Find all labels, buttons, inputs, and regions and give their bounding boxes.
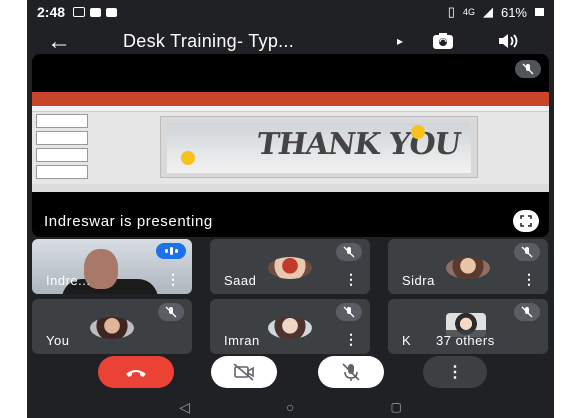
avatar — [268, 317, 312, 339]
participant-name: Sidra — [402, 273, 435, 288]
more-vert-icon[interactable]: ⋮ — [166, 271, 180, 288]
mic-off-icon — [515, 60, 541, 78]
more-options-button[interactable]: ⋮ — [423, 356, 487, 388]
battery-label: 61% — [500, 4, 527, 20]
slide-art: THANK YOU — [167, 123, 471, 173]
mic-off-icon — [342, 363, 360, 381]
presenter-label: Indreswar is presenting — [44, 213, 213, 230]
switch-camera-icon[interactable] — [432, 32, 454, 55]
nav-home-icon[interactable]: ○ — [286, 399, 294, 415]
mic-off-icon — [158, 303, 184, 321]
mic-toggle-button[interactable] — [318, 356, 384, 388]
participant-name: K — [402, 333, 412, 348]
mic-off-icon — [514, 243, 540, 261]
more-vert-icon[interactable]: ⋮ — [344, 271, 358, 288]
status-time: 2:48 — [37, 4, 66, 20]
avatar — [268, 257, 312, 279]
meet-screen: 2:48 ▯ 4G ◢ 61% ← Desk Training- Typ... … — [27, 0, 554, 418]
mic-off-icon — [336, 303, 362, 321]
avatar — [446, 257, 490, 279]
more-vert-icon[interactable]: ⋮ — [522, 271, 536, 288]
end-call-icon — [126, 370, 146, 377]
ppt-ribbon — [32, 92, 549, 106]
speaking-indicator-icon — [156, 243, 186, 259]
battery-icon — [535, 8, 544, 16]
ppt-toolbar — [32, 106, 549, 112]
nav-back-icon[interactable]: ◁ — [179, 399, 190, 416]
back-arrow-icon[interactable]: ← — [47, 28, 71, 56]
others-count[interactable]: 37 others — [428, 330, 503, 350]
shared-screen: THANK YOU — [32, 92, 549, 192]
more-vert-icon[interactable]: ⋮ — [344, 331, 358, 348]
ppt-statusbar — [32, 184, 549, 192]
message-icon — [106, 7, 118, 17]
signal-icon: ◢ — [482, 4, 493, 19]
participant-name: Indre... — [46, 273, 91, 288]
android-nav-bar: ◁ ○ ▢ — [27, 396, 554, 418]
fullscreen-icon[interactable] — [513, 210, 539, 232]
more-vert-icon: ⋮ — [447, 364, 463, 381]
call-controls: ⋮ — [27, 356, 554, 396]
camera-off-icon — [233, 363, 254, 381]
mic-off-icon — [336, 243, 362, 261]
slide-thumbnails — [36, 114, 92, 186]
status-right: ▯ 4G ◢ 61% — [448, 4, 544, 20]
participant-tile[interactable]: Sidra ⋮ — [388, 239, 548, 294]
camera-toggle-button[interactable] — [211, 356, 277, 388]
participant-tile[interactable]: K 37 others — [388, 299, 548, 354]
participant-tile[interactable]: Indre... ⋮ — [32, 239, 192, 294]
nav-recents-icon[interactable]: ▢ — [390, 400, 401, 414]
end-call-button[interactable] — [98, 356, 174, 388]
slide: THANK YOU — [160, 116, 478, 178]
volume-icon[interactable] — [497, 32, 519, 55]
participant-tile[interactable]: You — [32, 299, 192, 354]
network-label: 4G — [462, 7, 475, 17]
participant-name: You — [46, 333, 70, 348]
participant-name: Imran — [224, 333, 260, 348]
caret-right-icon[interactable]: ▸ — [397, 34, 403, 48]
participant-name: Saad — [224, 273, 257, 288]
message-icon — [90, 7, 102, 17]
notification-icon — [73, 7, 86, 17]
vibrate-icon: ▯ — [447, 4, 455, 19]
presentation-view[interactable]: THANK YOU Indreswar is presenting — [32, 54, 549, 237]
meeting-title[interactable]: Desk Training- Typ... — [123, 31, 294, 52]
mic-off-icon — [514, 303, 540, 321]
notification-icons — [73, 7, 118, 17]
avatar — [90, 317, 134, 339]
participant-tile[interactable]: Saad ⋮ — [210, 239, 370, 294]
status-bar: 2:48 ▯ 4G ◢ 61% — [27, 0, 554, 24]
participant-tile[interactable]: Imran ⋮ — [210, 299, 370, 354]
slide-text: THANK YOU — [254, 127, 463, 162]
